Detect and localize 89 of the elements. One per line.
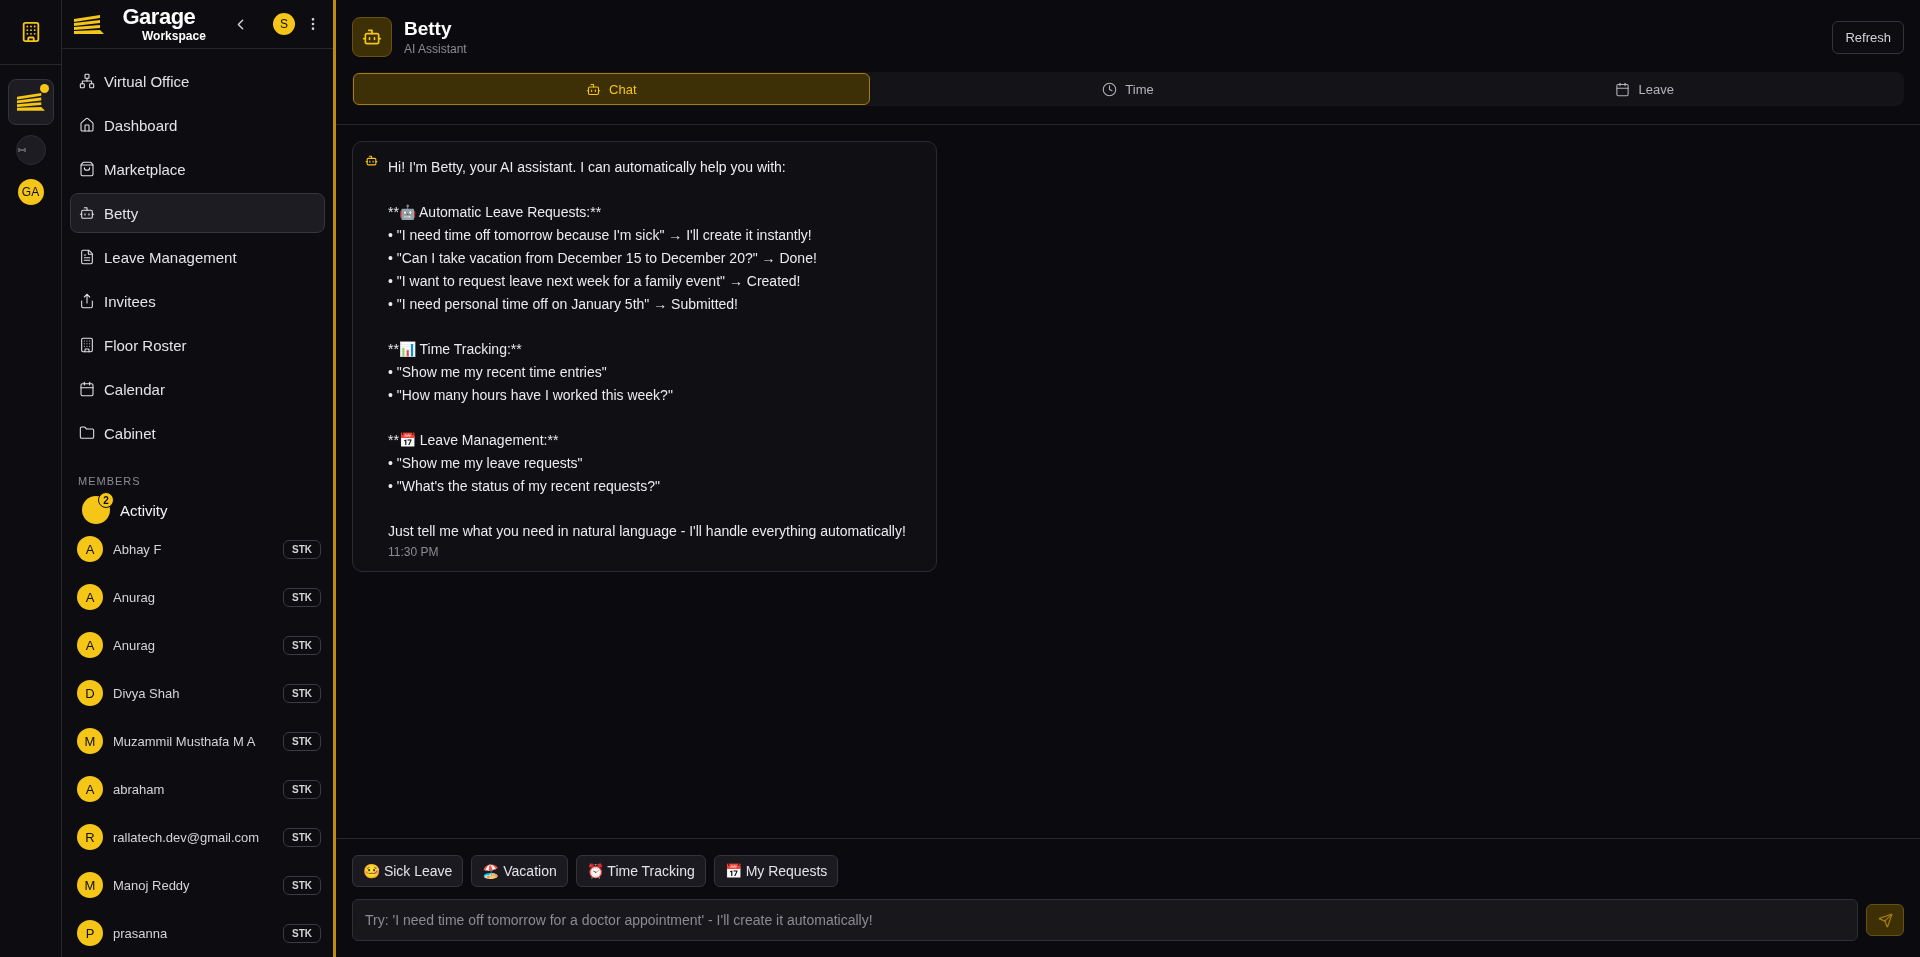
member-name[interactable]: prasanna	[113, 925, 273, 941]
message-line: • "What's the status of my recent requests?"	[388, 477, 661, 496]
member-name[interactable]: Anurag	[113, 637, 273, 653]
quick-action-button[interactable]: ⏰ Time Tracking	[575, 855, 706, 887]
quick-action-button[interactable]: 📅 My Requests	[713, 855, 839, 887]
member-avatar: R	[77, 824, 103, 850]
member-avatar: D	[77, 680, 103, 706]
member-avatar: A	[77, 632, 103, 658]
member-name[interactable]: Muzammil Musthafa M A	[113, 733, 273, 749]
nav-item[interactable]: Leave Management	[70, 237, 325, 277]
member-tag: STK	[283, 587, 321, 607]
tab[interactable]: Time	[869, 73, 1387, 105]
message-line: • "Can I take vacation from December 15 to December 20?" → Done!	[388, 249, 818, 268]
send-button[interactable]	[1866, 904, 1904, 936]
member-tag: STK	[283, 875, 321, 895]
member-name[interactable]: abraham	[113, 781, 273, 797]
workspace-avatar[interactable]: GA	[17, 179, 44, 205]
count-badge: 2	[98, 492, 114, 508]
member-avatar: A	[77, 536, 103, 562]
user-avatar[interactable]: S	[273, 13, 295, 35]
nav-item[interactable]: Dashboard	[70, 105, 325, 145]
message-line: • "How many hours have I worked this week?"	[388, 386, 674, 405]
member-tag: STK	[283, 539, 321, 559]
signal-icon	[17, 147, 26, 153]
message-line: **📊 Time Tracking:**	[388, 340, 523, 359]
member-avatar: P	[77, 920, 103, 946]
message-input[interactable]: Try: 'I need time off tomorrow for a doctor appointment' - I'll create it automatically!	[352, 899, 1858, 941]
nav-icon	[79, 117, 95, 133]
status-indicator[interactable]	[15, 135, 46, 165]
nav-icon	[79, 161, 95, 177]
member-tag: STK	[283, 827, 321, 847]
message-line: • "I want to request leave next week for a family event" → Created!	[388, 272, 802, 291]
nav-icon	[79, 337, 95, 353]
message-time: 11:30 PM	[388, 545, 440, 559]
message-line: Just tell me what you need in natural language - I'll handle everything automatically!	[388, 522, 906, 541]
nav-item[interactable]: Floor Roster	[70, 325, 325, 365]
member-name[interactable]: Divya Shah	[113, 685, 273, 701]
workspace-button[interactable]	[7, 79, 54, 125]
bot-icon	[362, 27, 382, 47]
nav-item[interactable]: Virtual Office	[70, 61, 325, 101]
member-name[interactable]: rallatech.dev@gmail.com	[113, 829, 273, 845]
member-tag: STK	[283, 923, 321, 943]
nav-icon	[79, 381, 95, 397]
quick-action-button[interactable]: 🤒 Sick Leave	[352, 855, 464, 887]
nav-item[interactable]: Betty	[70, 193, 325, 233]
member-name[interactable]: Anurag	[113, 589, 273, 605]
bot-icon	[365, 154, 378, 167]
nav-icon	[79, 249, 95, 265]
member-tag: STK	[283, 779, 321, 799]
brand-subtitle: Workspace	[141, 30, 206, 42]
nav-icon	[79, 205, 95, 221]
nav-item[interactable]: Invitees	[70, 281, 325, 321]
message-line: **📅 Leave Management:**	[388, 431, 560, 450]
message-line: • "I need time off tomorrow because I'm sick" → I'll create it instantly!	[388, 226, 813, 245]
message-line: • "Show me my leave requests"	[388, 454, 584, 473]
chat-title: Betty	[404, 18, 453, 40]
message-line: • "Show me my recent time entries"	[388, 363, 608, 382]
member-avatar: M	[77, 728, 103, 754]
nav-icon	[79, 73, 95, 89]
member-tag: STK	[283, 731, 321, 751]
tab[interactable]: Chat	[353, 73, 870, 105]
message-line: **🤖 Automatic Leave Requests:**	[388, 203, 603, 222]
member-name[interactable]: Manoj Reddy	[113, 877, 273, 893]
member-tag: STK	[283, 683, 321, 703]
clock-icon	[1102, 81, 1118, 97]
nav-item[interactable]: Cabinet	[70, 413, 325, 453]
member-avatar: A	[77, 776, 103, 802]
member-tag: STK	[283, 635, 321, 655]
logo-icon	[16, 92, 45, 112]
refresh-button[interactable]: Refresh	[1832, 20, 1904, 54]
member-avatar: A	[77, 584, 103, 610]
message-line: Hi! I'm Betty, your AI assistant. I can automatically help you with:	[388, 158, 787, 177]
brand-name: Garage	[122, 6, 196, 28]
nav-icon	[79, 425, 95, 441]
calendar-icon	[1615, 81, 1631, 97]
send-icon	[1877, 912, 1893, 928]
member-avatar: M	[77, 872, 103, 898]
nav-icon	[79, 293, 95, 309]
nav-item[interactable]: Marketplace	[70, 149, 325, 189]
chat-subtitle: AI Assistant	[404, 42, 468, 56]
nav-item[interactable]: Calendar	[70, 369, 325, 409]
quick-action-button[interactable]: 🏖 Vacation	[471, 855, 568, 887]
bot-icon	[586, 81, 602, 97]
tab[interactable]: Leave	[1386, 73, 1903, 105]
activity-label[interactable]: Activity	[120, 501, 168, 519]
message-line: • "I need personal time off on January 5th" → Submitted!	[388, 295, 739, 314]
member-name[interactable]: Abhay F	[113, 541, 273, 557]
section-heading: MEMBERS	[77, 474, 142, 487]
logo-icon	[74, 13, 104, 35]
